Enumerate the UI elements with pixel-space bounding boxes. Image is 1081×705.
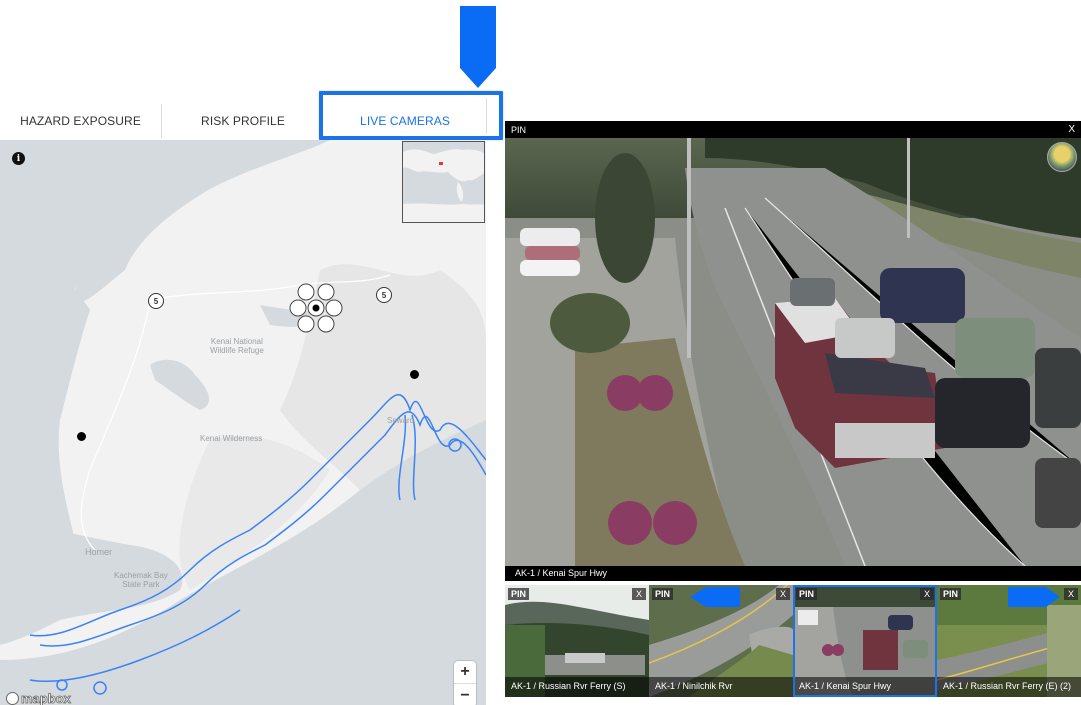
close-button[interactable]: X	[1063, 588, 1078, 600]
map-label-kenai-refuge: Kenai National Wildlife Refuge	[210, 337, 264, 355]
camera-cluster-badge[interactable]: 5	[376, 287, 392, 303]
thumbnail-caption: AK-1 / Ninilchik Rvr	[649, 677, 793, 697]
info-icon[interactable]: i	[12, 152, 25, 165]
annotation-arrow-right-icon	[1008, 587, 1060, 607]
mapbox-logo[interactable]: mapbox	[6, 691, 71, 705]
close-button[interactable]: X	[1068, 124, 1075, 135]
camera-thumbnail-strip: PIN X AK-1 / Russian Rvr Ferry (S) PIN X…	[505, 585, 1081, 697]
map-label-homer: Homer	[85, 547, 113, 557]
main-camera-viewer: PIN X AK-1 / Kenai Spur Hwy	[505, 121, 1081, 581]
zoom-in-button[interactable]: +	[454, 661, 476, 684]
camera-caption: AK-1 / Kenai Spur Hwy	[505, 566, 1081, 581]
overview-minimap[interactable]	[402, 141, 485, 223]
pin-button[interactable]: PIN	[796, 588, 818, 600]
pin-button[interactable]: PIN	[508, 588, 530, 600]
tab-risk-profile[interactable]: RISK PROFILE	[162, 104, 324, 138]
agency-logo-icon	[1047, 142, 1077, 172]
thumbnail-caption: AK-1 / Kenai Spur Hwy	[793, 677, 937, 697]
camera-cluster-badge[interactable]: 5	[148, 293, 164, 309]
tab-live-cameras[interactable]: LIVE CAMERAS	[323, 104, 487, 138]
camera-feed-image	[505, 138, 1081, 566]
zoom-control: + −	[454, 661, 476, 705]
map-label-kenai-wilderness: Kenai Wilderness	[200, 434, 263, 443]
pin-button[interactable]: PIN	[508, 124, 529, 136]
close-button[interactable]: X	[631, 588, 646, 600]
attribution-text: mapbox	[21, 691, 72, 705]
close-button[interactable]: X	[919, 588, 934, 600]
pin-button[interactable]: PIN	[940, 588, 962, 600]
map-label-kachemak-bay: Kachemak Bay State Park	[114, 571, 168, 589]
zoom-out-button[interactable]: −	[454, 684, 476, 705]
map-label-seward: Seward	[387, 416, 415, 425]
camera-marker[interactable]	[410, 370, 419, 379]
close-button[interactable]: X	[775, 588, 790, 600]
camera-thumbnail-selected[interactable]: PIN X AK-1 / Kenai Spur Hwy	[793, 585, 937, 697]
thumbnail-caption: AK-1 / Russian Rvr Ferry (S)	[505, 677, 649, 697]
camera-toolbar: PIN X	[505, 121, 1081, 138]
annotation-arrow-left-icon	[690, 587, 740, 607]
annotation-arrow-down-icon	[460, 6, 496, 88]
camera-marker[interactable]	[77, 432, 86, 441]
mapbox-icon	[6, 692, 19, 705]
tab-hazard-exposure[interactable]: HAZARD EXPOSURE	[0, 104, 162, 138]
camera-thumbnail[interactable]: PIN X AK-1 / Russian Rvr Ferry (S)	[505, 585, 649, 697]
map-view[interactable]: i Kenai National Wildlife Refuge Kenai W…	[0, 140, 486, 705]
thumbnail-caption: AK-1 / Russian Rvr Ferry (E) (2)	[937, 677, 1081, 697]
pin-button[interactable]: PIN	[652, 588, 674, 600]
